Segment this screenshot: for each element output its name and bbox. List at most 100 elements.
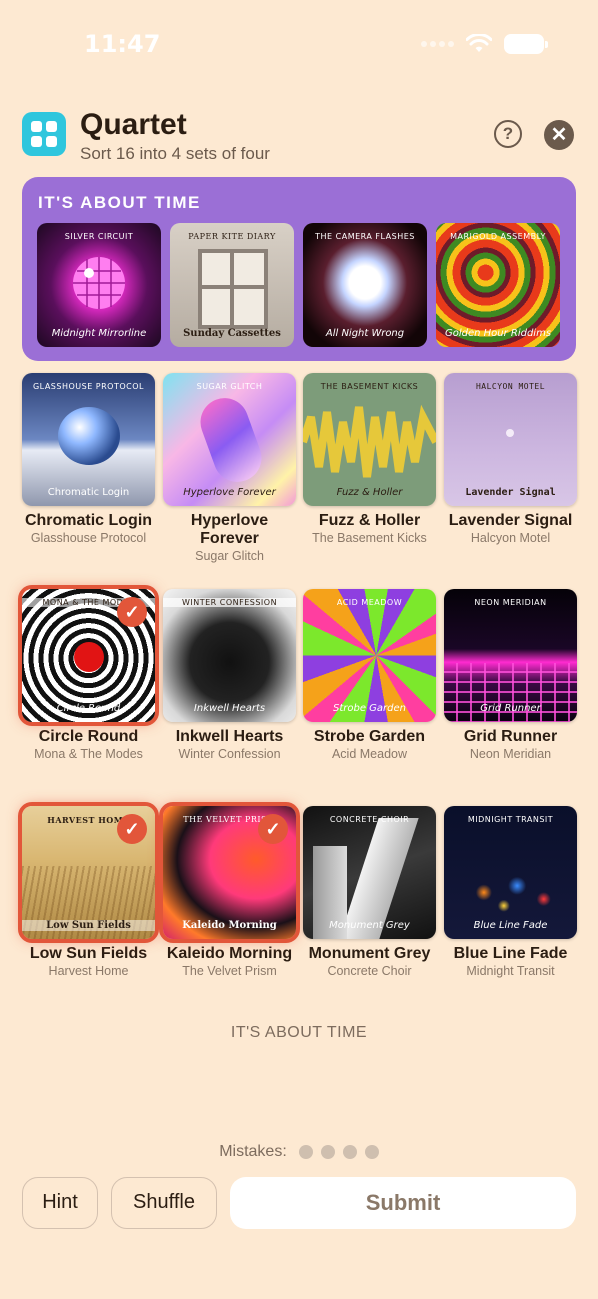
album-tile[interactable]: HALCYON MOTEL Lavender Signal Lavender S…	[444, 373, 577, 545]
album-tile[interactable]: GLASSHOUSE PROTOCOL Chromatic Login Chro…	[22, 373, 155, 545]
waveform-graphic	[303, 404, 436, 478]
submit-button[interactable]: Submit	[230, 1177, 576, 1229]
cover-title-text: Hyperlove Forever	[183, 487, 276, 498]
album-artist: Midnight Transit	[466, 964, 555, 978]
album-title: Chromatic Login	[24, 512, 153, 529]
album-artist: The Basement Kicks	[312, 531, 427, 545]
solved-album-cover: PAPER KITE DIARY Sunday Cassettes	[170, 223, 294, 347]
cover-title-text: Kaleido Morning	[182, 920, 277, 931]
album-cover: ACID MEADOW Strobe Garden	[303, 589, 436, 722]
mistake-dot	[298, 1145, 313, 1159]
status-bar: 11:47	[0, 0, 598, 80]
cover-title-text: Golden Hour Riddims	[444, 328, 552, 339]
selected-check-icon: ✓	[258, 814, 288, 844]
battery-icon	[504, 34, 548, 54]
cover-artist-text: CONCRETE CHOIR	[329, 815, 410, 824]
cover-artist-text: MIDNIGHT TRANSIT	[467, 815, 554, 824]
album-cover: GLASSHOUSE PROTOCOL Chromatic Login	[22, 373, 155, 506]
album-cover: SUGAR GLITCH Hyperlove Forever	[163, 373, 296, 506]
shuffle-button[interactable]: Shuffle	[111, 1177, 217, 1229]
album-title: Lavender Signal	[448, 512, 573, 529]
album-title: Blue Line Fade	[453, 945, 568, 962]
album-artist: The Velvet Prism	[182, 964, 277, 978]
mistakes-indicator: Mistakes:	[0, 1143, 598, 1161]
album-cover: NEON MERIDIAN Grid Runner	[444, 589, 577, 722]
cover-artist-text: WINTER CONFESSION	[163, 598, 296, 607]
close-button[interactable]: ✕	[544, 120, 574, 150]
cover-title-text: Circle Round	[56, 703, 121, 714]
album-tile[interactable]: THE BASEMENT KICKS Fuzz & Holler Fuzz & …	[303, 373, 436, 545]
album-tile-selected[interactable]: HARVEST HOME Low Sun Fields ✓ Low Sun Fi…	[18, 802, 159, 978]
album-title: Fuzz & Holler	[318, 512, 421, 529]
album-artist: Concrete Choir	[327, 964, 412, 978]
solved-group-title: IT'S ABOUT TIME	[38, 193, 201, 212]
album-tile-selected[interactable]: MONA & THE MODES Circle Round ✓ Circle R…	[18, 585, 159, 761]
album-artist: Neon Meridian	[469, 747, 552, 761]
album-tile[interactable]: NEON MERIDIAN Grid Runner Grid Runner Ne…	[444, 589, 577, 761]
mistake-dot	[320, 1145, 335, 1159]
cover-artist-text: NEON MERIDIAN	[474, 598, 547, 607]
solved-album-cover: THE CAMERA FLASHES All Night Wrong	[303, 223, 427, 347]
album-tile[interactable]: SUGAR GLITCH Hyperlove Forever Hyperlove…	[163, 373, 296, 563]
album-cover: HARVEST HOME Low Sun Fields ✓	[18, 802, 159, 943]
album-tile[interactable]: ACID MEADOW Strobe Garden Strobe Garden …	[303, 589, 436, 761]
album-title: Strobe Garden	[313, 728, 426, 745]
album-cover: CONCRETE CHOIR Monument Grey	[303, 806, 436, 939]
album-artist: Halcyon Motel	[470, 531, 551, 545]
cover-title-text: All Night Wrong	[325, 328, 405, 339]
album-title: Monument Grey	[308, 945, 431, 962]
solved-group: IT'S ABOUT TIME SILVER CIRCUIT Midnight …	[22, 177, 576, 361]
album-cover: THE VELVET PRISM Kaleido Morning ✓	[159, 802, 300, 943]
mistake-dot	[342, 1145, 357, 1159]
help-button[interactable]: ?	[494, 120, 522, 148]
cover-title-text: Lavender Signal	[465, 487, 556, 498]
mistakes-label: Mistakes:	[219, 1143, 287, 1160]
cover-title-text: Monument Grey	[329, 920, 410, 931]
album-artist: Sugar Glitch	[195, 549, 264, 563]
cover-artist-text: SUGAR GLITCH	[196, 382, 263, 391]
mistake-dot	[364, 1145, 379, 1159]
cover-title-text: Grid Runner	[480, 703, 541, 714]
cover-title-text: Fuzz & Holler	[336, 487, 403, 498]
album-artist: Harvest Home	[48, 964, 129, 978]
cover-artist-text: THE CAMERA FLASHES	[315, 232, 415, 241]
status-time: 11:47	[84, 30, 161, 58]
page-subtitle: Sort 16 into 4 sets of four	[80, 144, 270, 163]
album-artist: Mona & The Modes	[34, 747, 143, 761]
cover-artist-text: HALCYON MOTEL	[475, 382, 546, 391]
cover-title-text: Chromatic Login	[47, 487, 130, 498]
solved-album-cover: SILVER CIRCUIT Midnight Mirrorline	[37, 223, 161, 347]
album-cover: MONA & THE MODES Circle Round ✓	[18, 585, 159, 726]
hint-button[interactable]: Hint	[22, 1177, 98, 1229]
action-bar: Hint Shuffle Submit	[22, 1177, 576, 1231]
album-title: Grid Runner	[463, 728, 558, 745]
selected-check-icon: ✓	[117, 814, 147, 844]
album-tile-selected[interactable]: THE VELVET PRISM Kaleido Morning ✓ Kalei…	[159, 802, 300, 978]
cover-title-text: Low Sun Fields	[22, 920, 155, 931]
album-cover: THE BASEMENT KICKS Fuzz & Holler	[303, 373, 436, 506]
solved-album-cover: MARIGOLD ASSEMBLY Golden Hour Riddims	[436, 223, 560, 347]
disco-ball-icon	[73, 257, 125, 309]
album-title: Hyperlove Forever	[190, 512, 269, 547]
album-tile[interactable]: MIDNIGHT TRANSIT Blue Line Fade Blue Lin…	[444, 806, 577, 978]
cellular-signal-icon	[421, 41, 454, 47]
cover-title-text: Strobe Garden	[332, 703, 406, 714]
album-tile[interactable]: CONCRETE CHOIR Monument Grey Monument Gr…	[303, 806, 436, 978]
page-title: Quartet	[80, 108, 187, 141]
album-artist: Winter Confession	[178, 747, 281, 761]
album-artist: Glasshouse Protocol	[30, 531, 147, 545]
cover-title-text: Blue Line Fade	[473, 920, 548, 931]
cover-artist-text: MARIGOLD ASSEMBLY	[450, 232, 546, 241]
album-tile[interactable]: WINTER CONFESSION Inkwell Hearts Inkwell…	[163, 589, 296, 761]
category-hint: IT'S ABOUT TIME	[230, 1024, 368, 1041]
cover-artist-text: ACID MEADOW	[336, 598, 403, 607]
album-title: Inkwell Hearts	[175, 728, 284, 745]
album-title: Kaleido Morning	[166, 945, 293, 962]
cover-artist-text: THE BASEMENT KICKS	[320, 382, 419, 391]
cover-title-text: Midnight Mirrorline	[51, 328, 147, 339]
game-header: Quartet Sort 16 into 4 sets of four ? ✕	[22, 108, 576, 168]
status-indicators	[421, 34, 548, 54]
album-cover: WINTER CONFESSION Inkwell Hearts	[163, 589, 296, 722]
cover-artist-text: GLASSHOUSE PROTOCOL	[32, 382, 144, 391]
selected-check-icon: ✓	[117, 597, 147, 627]
